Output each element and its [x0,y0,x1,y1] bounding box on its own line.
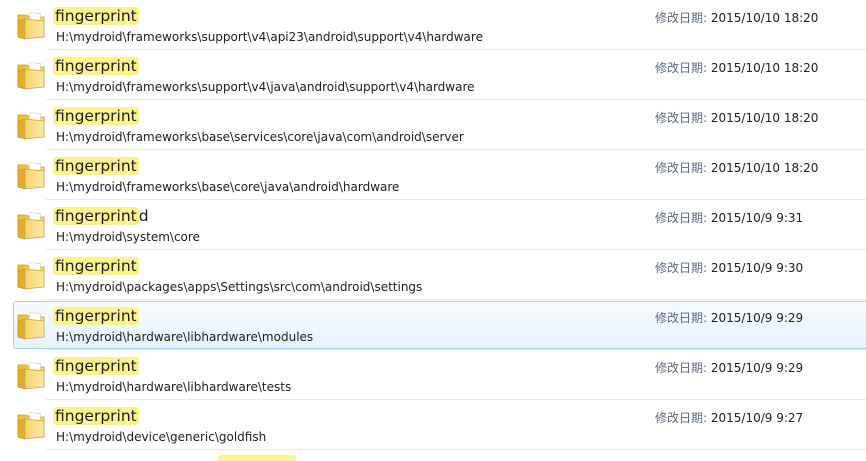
modified-date-label: 修改日期: [655,411,708,425]
result-row[interactable]: fingerprint H:\mydroid\frameworks\base\c… [0,150,866,200]
modified-date-label: 修改日期: [655,261,708,275]
folder-name: fingerprint [53,307,139,326]
modified-date-value: 2015/10/10 18:20 [710,61,819,75]
folder-icon [17,112,45,140]
folder-path: H:\mydroid\system\core [56,230,200,244]
folder-name: fingerprint [53,7,139,26]
result-row[interactable]: fingerprint H:\mydroid\device\generic\go… [0,400,866,450]
folder-path: H:\mydroid\device\generic\goldfish [56,430,267,444]
result-row[interactable]: fingerprint H:\mydroid\frameworks\suppor… [0,50,866,100]
search-match-highlight: fingerprint [53,57,139,75]
folder-name: fingerprint [53,257,139,276]
search-match-highlight: fingerprint [53,107,139,125]
folder-path: H:\mydroid\frameworks\support\v4\java\an… [56,80,475,94]
result-row[interactable]: fingerprint H:\mydroid\hardware\libhardw… [0,350,866,400]
result-row[interactable]: fingerprint H:\mydroid\frameworks\suppor… [0,0,866,50]
modified-date-label: 修改日期: [655,211,708,225]
search-match-highlight: fingerprint [53,307,139,325]
modified-date-value: 2015/10/10 18:20 [710,111,819,125]
modified-date-value: 2015/10/10 18:20 [710,161,819,175]
modified-date: 修改日期: 2015/10/10 18:20 [655,111,818,126]
modified-date-value: 2015/10/10 18:20 [710,11,819,25]
folder-name: fingerprint [53,57,139,76]
result-row[interactable]: fingerprint H:\mydroid\packages\apps\Set… [0,250,866,300]
search-match-highlight: fingerprint [53,7,139,25]
folder-name: fingerprint d [53,207,149,226]
folder-icon [17,262,45,290]
folder-icon [17,12,45,40]
search-match-highlight: fingerprint [53,357,139,375]
modified-date-label: 修改日期: [655,361,708,375]
modified-date-label: 修改日期: [655,311,708,325]
folder-path: H:\mydroid\frameworks\support\v4\api23\a… [56,30,483,44]
search-match-highlight: fingerprint [53,207,139,225]
result-row[interactable]: fingerprint H:\mydroid\frameworks\base\s… [0,100,866,150]
next-result-highlight-peek [218,455,296,461]
result-row[interactable]: fingerprint d H:\mydroid\system\core 修改日期… [0,200,866,250]
modified-date: 修改日期: 2015/10/10 18:20 [655,61,818,76]
modified-date-label: 修改日期: [655,61,708,75]
modified-date-value: 2015/10/9 9:31 [710,211,804,225]
modified-date-value: 2015/10/9 9:30 [710,261,804,275]
folder-path: H:\mydroid\hardware\libhardware\modules [56,330,314,344]
modified-date-value: 2015/10/9 9:29 [710,311,804,325]
folder-name: fingerprint [53,157,139,176]
modified-date: 修改日期: 2015/10/10 18:20 [655,11,818,26]
modified-date-value: 2015/10/9 9:27 [710,411,804,425]
folder-icon [17,362,45,390]
modified-date-label: 修改日期: [655,111,708,125]
search-match-highlight: fingerprint [53,407,139,425]
result-row[interactable]: fingerprint H:\mydroid\hardware\libhardw… [0,300,866,350]
modified-date-value: 2015/10/9 9:29 [710,361,804,375]
modified-date: 修改日期: 2015/10/9 9:27 [655,411,803,426]
folder-icon [17,212,45,240]
folder-icon [17,412,45,440]
search-match-highlight: fingerprint [53,157,139,175]
folder-name-rest: d [138,207,149,225]
modified-date-label: 修改日期: [655,11,708,25]
modified-date: 修改日期: 2015/10/9 9:29 [655,311,803,326]
folder-icon [17,62,45,90]
folder-path: H:\mydroid\frameworks\base\services\core… [56,130,464,144]
modified-date: 修改日期: 2015/10/9 9:30 [655,261,803,276]
folder-path: H:\mydroid\hardware\libhardware\tests [56,380,292,394]
folder-icon [17,312,45,340]
modified-date: 修改日期: 2015/10/9 9:29 [655,361,803,376]
modified-date: 修改日期: 2015/10/10 18:20 [655,161,818,176]
row-separator [46,449,866,450]
modified-date: 修改日期: 2015/10/9 9:31 [655,211,803,226]
modified-date-label: 修改日期: [655,161,708,175]
search-match-highlight: fingerprint [53,257,139,275]
folder-path: H:\mydroid\frameworks\base\core\java\and… [56,180,400,194]
folder-name: fingerprint [53,407,139,426]
folder-name: fingerprint [53,107,139,126]
folder-path: H:\mydroid\packages\apps\Settings\src\co… [56,280,423,294]
folder-name: fingerprint [53,357,139,376]
folder-icon [17,162,45,190]
